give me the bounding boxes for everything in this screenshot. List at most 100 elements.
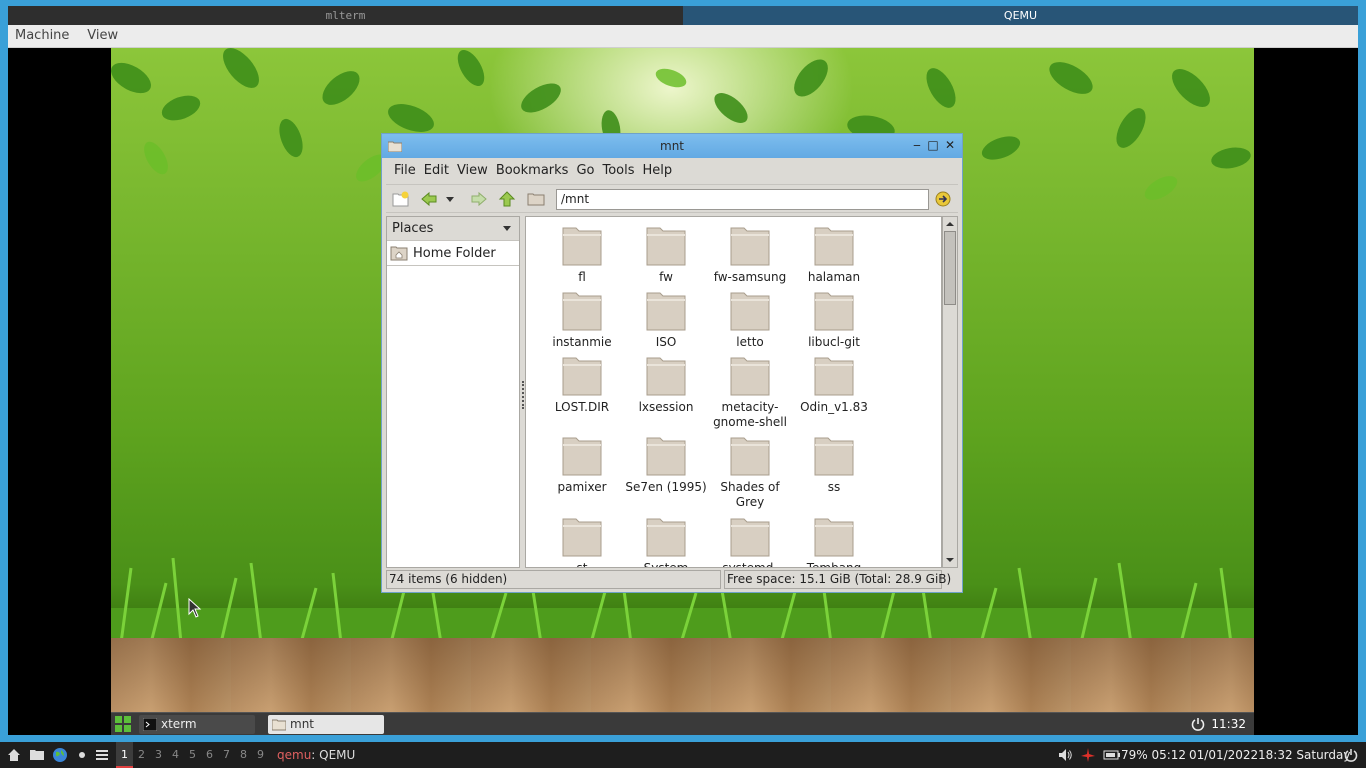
workspace-8[interactable]: 8 xyxy=(235,742,252,768)
window-title: mnt xyxy=(660,139,684,153)
folder-item[interactable]: systemd- xyxy=(708,514,792,567)
file-manager-window: mnt ‒ □ ✕ File Edit View Bookmarks Go Tools He… xyxy=(381,133,963,593)
forward-arrow-icon[interactable] xyxy=(470,191,488,207)
folder-label: letto xyxy=(736,335,764,349)
folder-item[interactable]: fl xyxy=(540,223,624,285)
folder-item[interactable]: ISO xyxy=(624,288,708,350)
folder-icon xyxy=(814,518,854,557)
folder-item[interactable]: metacity-gnome-shell xyxy=(708,353,792,430)
sidebar-item-home-folder[interactable]: Home Folder xyxy=(387,241,519,266)
folder-icon xyxy=(646,292,686,331)
qemu-menu-machine[interactable]: Machine xyxy=(8,25,76,47)
folder-item[interactable]: LOST.DIR xyxy=(540,353,624,415)
qemu-window: Machine View mnt ‒ □ ✕ File Edit View Bo… xyxy=(8,25,1358,735)
home-icon[interactable] xyxy=(6,747,22,763)
folder-label: Se7en (1995) xyxy=(625,480,707,494)
workspace-9[interactable]: 9 xyxy=(252,742,269,768)
menu-tools[interactable]: Tools xyxy=(598,159,638,183)
up-arrow-icon[interactable] xyxy=(498,191,516,207)
folder-item[interactable]: Shades of Grey xyxy=(708,433,792,510)
folder-item[interactable]: Tembang xyxy=(792,514,876,567)
menu-help[interactable]: Help xyxy=(639,159,677,183)
folder-label: Shades of Grey xyxy=(720,480,780,509)
folder-icon[interactable] xyxy=(29,747,45,763)
folder-item[interactable]: letto xyxy=(708,288,792,350)
battery-status: 79% 05:12 xyxy=(1121,748,1187,762)
guest-taskbar: xterm mnt 11:32 xyxy=(111,712,1254,735)
path-input[interactable]: /mnt xyxy=(556,189,929,210)
volume-icon[interactable] xyxy=(1057,747,1073,763)
folder-item[interactable]: libucl-git xyxy=(792,288,876,350)
dot-icon[interactable] xyxy=(74,747,90,763)
folder-label: st xyxy=(576,561,588,568)
folder-icon xyxy=(730,227,770,266)
guest-clock[interactable]: 11:32 xyxy=(1211,713,1246,735)
folder-item[interactable]: System xyxy=(624,514,708,567)
folder-label: halaman xyxy=(807,270,861,284)
workspace-4[interactable]: 4 xyxy=(167,742,184,768)
folder-item[interactable]: Odin_v1.83 xyxy=(792,353,876,415)
folder-item[interactable]: st xyxy=(540,514,624,568)
folder-icon xyxy=(814,227,854,266)
folder-item[interactable]: pamixer xyxy=(540,433,624,495)
menu-bookmarks[interactable]: Bookmarks xyxy=(492,159,573,183)
folder-view: fl fw fw-samsung halaman instanmie ISO letto li… xyxy=(525,216,942,568)
folder-item[interactable]: Se7en (1995) xyxy=(624,433,708,495)
menu-edit[interactable]: Edit xyxy=(420,159,453,183)
home-folder-icon xyxy=(390,246,408,261)
terminal-icon xyxy=(143,718,157,731)
wm-tab-qemu[interactable]: QEMU xyxy=(683,6,1358,25)
power-icon[interactable] xyxy=(1190,716,1206,732)
scrollbar-thumb[interactable] xyxy=(944,231,956,305)
folder-item[interactable]: ss xyxy=(792,433,876,495)
folder-icon[interactable] xyxy=(527,191,545,207)
folder-icon xyxy=(562,437,602,476)
scroll-up-icon[interactable] xyxy=(945,219,955,229)
menu-go[interactable]: Go xyxy=(572,159,598,183)
battery-icon[interactable] xyxy=(1103,747,1121,763)
folder-label: lxsession xyxy=(638,400,694,414)
close-icon[interactable]: ✕ xyxy=(943,138,957,152)
globe-icon[interactable] xyxy=(52,747,68,763)
menu-file[interactable]: File xyxy=(390,159,420,183)
new-tab-icon[interactable] xyxy=(392,191,410,207)
folder-label: metacity-gnome-shell xyxy=(713,400,787,429)
back-arrow-icon[interactable] xyxy=(420,191,438,207)
folder-item[interactable]: fw xyxy=(624,223,708,285)
task-xterm[interactable]: xterm xyxy=(139,715,255,734)
workspace-7[interactable]: 7 xyxy=(218,742,235,768)
network-icon[interactable] xyxy=(1080,747,1096,763)
folder-icon xyxy=(272,719,286,731)
qemu-menu-view[interactable]: View xyxy=(80,25,125,47)
folder-icon xyxy=(562,357,602,396)
workspace-1[interactable]: 1 xyxy=(116,742,133,768)
folder-icon xyxy=(562,292,602,331)
workspace-2[interactable]: 2 xyxy=(133,742,150,768)
wm-tab-mlterm[interactable]: mlterm xyxy=(8,6,683,25)
folder-item[interactable]: lxsession xyxy=(624,353,708,415)
task-mnt[interactable]: mnt xyxy=(268,715,384,734)
vertical-scrollbar[interactable] xyxy=(942,216,958,568)
workspace-3[interactable]: 3 xyxy=(150,742,167,768)
folder-item[interactable]: instanmie xyxy=(540,288,624,350)
app-menu-icon[interactable] xyxy=(114,715,132,733)
folder-item[interactable]: fw-samsung xyxy=(708,223,792,285)
go-icon[interactable] xyxy=(934,191,952,207)
menu-view[interactable]: View xyxy=(453,159,492,183)
maximize-icon[interactable]: □ xyxy=(926,138,940,152)
list-icon[interactable] xyxy=(94,747,110,763)
folder-item[interactable]: halaman xyxy=(792,223,876,285)
date: 01/01/2022 xyxy=(1189,748,1259,762)
folder-icon xyxy=(646,357,686,396)
history-dropdown-icon[interactable] xyxy=(444,191,456,207)
places-selector[interactable]: Places xyxy=(387,217,519,241)
power-icon[interactable] xyxy=(1343,747,1359,763)
folder-icon xyxy=(814,292,854,331)
scroll-down-icon[interactable] xyxy=(945,555,955,565)
places-label: Places xyxy=(392,221,434,236)
minimize-icon[interactable]: ‒ xyxy=(910,138,924,152)
workspace-5[interactable]: 5 xyxy=(184,742,201,768)
pane-splitter[interactable] xyxy=(522,381,524,409)
workspace-6[interactable]: 6 xyxy=(201,742,218,768)
window-titlebar[interactable]: mnt ‒ □ ✕ xyxy=(382,134,962,158)
